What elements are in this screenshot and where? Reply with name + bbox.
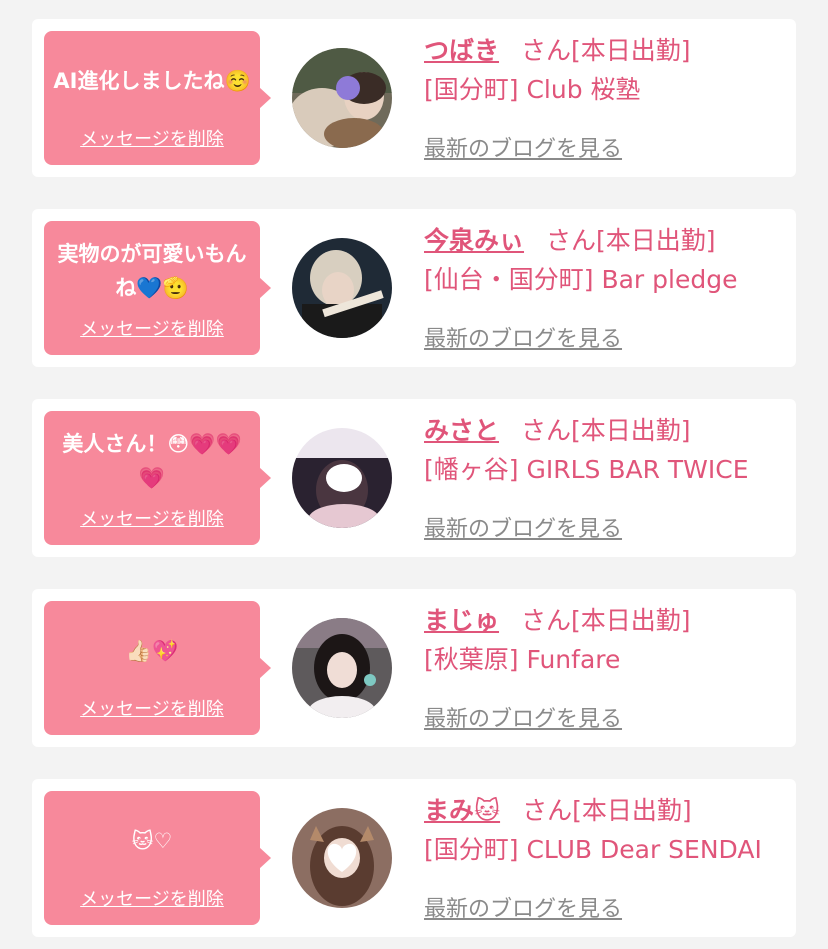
delete-message-link[interactable]: メッセージを削除	[52, 125, 252, 151]
cast-avatar[interactable]	[292, 238, 392, 338]
cast-info: まじゅ さん[本日出勤] [秋葉原] Funfare 最新のブログを見る	[424, 603, 786, 733]
shop-label: [国分町] CLUB Dear SENDAI	[424, 835, 762, 864]
latest-blog-link[interactable]: 最新のブログを見る	[424, 891, 622, 923]
message-bubble: 美人さん！😳💗💗💗 メッセージを削除	[44, 411, 271, 545]
latest-blog-link[interactable]: 最新のブログを見る	[424, 131, 622, 163]
cast-name-link[interactable]: まじゅ	[424, 606, 499, 635]
shop-label: [秋葉原] Funfare	[424, 645, 621, 674]
delete-message-link[interactable]: メッセージを削除	[52, 695, 252, 721]
cast-status: さん[本日出勤]	[521, 36, 691, 65]
shop-label: [幡ヶ谷] GIRLS BAR TWICE	[424, 455, 749, 484]
message-bubble: 🐱♡ メッセージを削除	[44, 791, 271, 925]
message-card: 美人さん！😳💗💗💗 メッセージを削除 みさと さん[本日出勤] [幡ヶ谷] GIR…	[32, 399, 796, 557]
message-list: AI進化しましたね☺️ メッセージを削除 つばき さん[本日出勤] [国分町] C…	[0, 0, 828, 949]
latest-blog-link[interactable]: 最新のブログを見る	[424, 701, 622, 733]
message-card: 実物のが可愛いもんね💙🫡 メッセージを削除 今泉みぃ さん[本日出勤] [仙台・国…	[32, 209, 796, 367]
cast-info: まみ🐱 さん[本日出勤] [国分町] CLUB Dear SENDAI 最新のブロ…	[424, 793, 786, 923]
latest-blog-link[interactable]: 最新のブログを見る	[424, 511, 622, 543]
message-text: 実物のが可愛いもんね💙🫡	[57, 242, 247, 300]
cast-status: さん[本日出勤]	[546, 226, 716, 255]
cast-avatar[interactable]	[292, 808, 392, 908]
delete-message-link[interactable]: メッセージを削除	[52, 505, 252, 531]
cast-avatar[interactable]	[292, 428, 392, 528]
cast-name-link[interactable]: 今泉みぃ	[424, 226, 524, 255]
message-text: 👍🏻💖	[125, 639, 179, 663]
cast-name-link[interactable]: つばき	[424, 36, 499, 65]
cast-status: さん[本日出勤]	[522, 796, 692, 825]
cast-status: さん[本日出勤]	[521, 416, 691, 445]
cast-info: 今泉みぃ さん[本日出勤] [仙台・国分町] Bar pledge 最新のブログを…	[424, 223, 786, 353]
cast-avatar[interactable]	[292, 48, 392, 148]
delete-message-link[interactable]: メッセージを削除	[52, 885, 252, 911]
delete-message-link[interactable]: メッセージを削除	[52, 315, 252, 341]
message-bubble: AI進化しましたね☺️ メッセージを削除	[44, 31, 271, 165]
cast-info: みさと さん[本日出勤] [幡ヶ谷] GIRLS BAR TWICE 最新のブログ…	[424, 413, 786, 543]
message-card: 🐱♡ メッセージを削除 まみ🐱 さん[本日出勤] [国分町] CLUB Dear …	[32, 779, 796, 937]
latest-blog-link[interactable]: 最新のブログを見る	[424, 321, 622, 353]
message-bubble: 👍🏻💖 メッセージを削除	[44, 601, 271, 735]
message-text: 美人さん！😳💗💗💗	[62, 432, 242, 490]
message-text: 🐱♡	[131, 829, 173, 853]
cast-info: つばき さん[本日出勤] [国分町] Club 桜塾 最新のブログを見る	[424, 33, 786, 163]
shop-label: [仙台・国分町] Bar pledge	[424, 265, 738, 294]
shop-label: [国分町] Club 桜塾	[424, 75, 641, 104]
cast-name-link[interactable]: まみ🐱	[424, 796, 500, 825]
message-card: AI進化しましたね☺️ メッセージを削除 つばき さん[本日出勤] [国分町] C…	[32, 19, 796, 177]
cast-avatar[interactable]	[292, 618, 392, 718]
message-text: AI進化しましたね☺️	[53, 69, 251, 93]
cast-name-link[interactable]: みさと	[424, 416, 499, 445]
message-bubble: 実物のが可愛いもんね💙🫡 メッセージを削除	[44, 221, 271, 355]
message-card: 👍🏻💖 メッセージを削除 まじゅ さん[本日出勤] [秋葉原] Funfare 最…	[32, 589, 796, 747]
cast-status: さん[本日出勤]	[521, 606, 691, 635]
